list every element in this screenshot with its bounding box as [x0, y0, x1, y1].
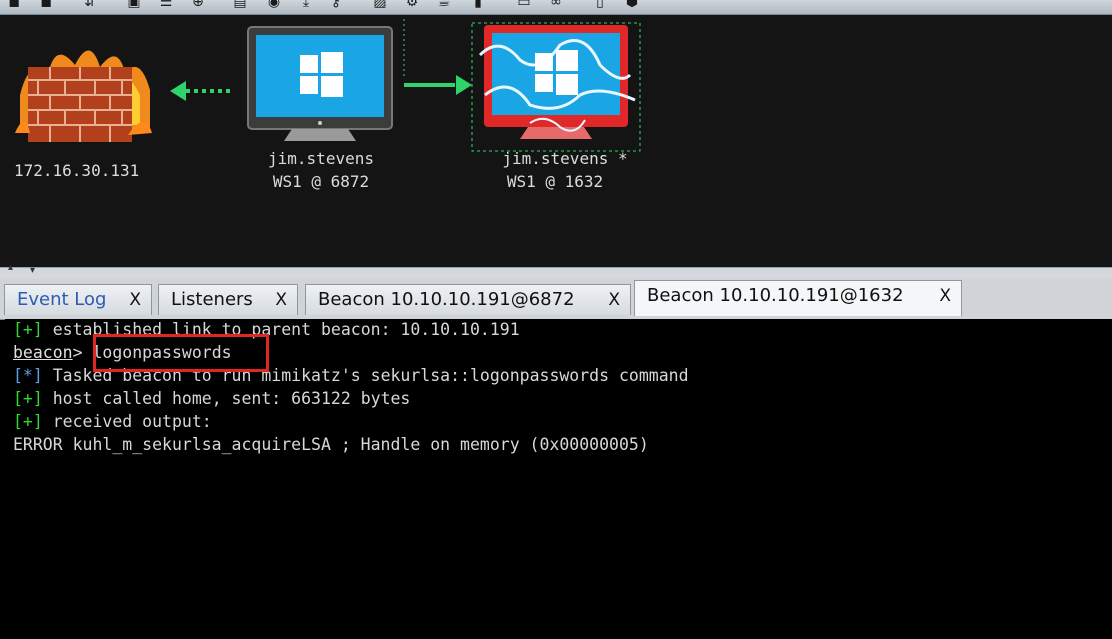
beacon-console[interactable]: [+] established link to parent beacon: 1… — [5, 319, 1112, 639]
status-tag: [+] — [13, 320, 43, 339]
link-arrow-to-child — [403, 19, 472, 95]
highlight-box — [93, 334, 269, 372]
tab-close-icon[interactable]: X — [275, 285, 287, 315]
link-icon[interactable]: ∞ — [548, 0, 564, 10]
toolbar: ◼ ◼ ⇵ ▣ ☰ ⊕ ▤ ◉ ⤓ ⚷ ▨ ⚙ ☕ ▮ ▭ ∞ ▯ ⬢ — [0, 0, 1112, 15]
status-tag: [+] — [13, 389, 43, 408]
collapse-down-icon[interactable]: ▾ — [30, 265, 35, 276]
pivot-graph: 172.16.30.131 jim.stevens WS1 @ 6872 jim… — [0, 15, 1112, 267]
screenshot-icon[interactable]: ◉ — [266, 0, 282, 10]
prompt-separator: > — [72, 343, 93, 362]
download-icon[interactable]: ⤓ — [298, 0, 314, 10]
terminal-icon[interactable]: ▭ — [516, 0, 532, 10]
firewall-icon[interactable] — [15, 50, 152, 142]
document-icon[interactable]: ▯ — [592, 0, 608, 10]
beacon-host-icon-6872[interactable] — [247, 26, 393, 141]
tab-label: Event Log — [17, 289, 107, 310]
tab-label: Listeners — [171, 289, 253, 310]
console-text: received output: — [42, 412, 212, 431]
tab-bar: Event Log X Listeners X Beacon 10.10.10.… — [0, 279, 1112, 320]
tab-beacon-6872[interactable]: Beacon 10.10.10.191@6872 X — [305, 284, 631, 315]
list-view-icon[interactable]: ☰ — [158, 0, 174, 10]
graph-view-icon[interactable]: ▣ — [126, 0, 142, 10]
targets-icon[interactable]: ⊕ — [190, 0, 206, 10]
tab-close-icon[interactable]: X — [939, 281, 951, 311]
listeners-icon[interactable]: ⇵ — [82, 0, 98, 10]
key-icon[interactable]: ⚷ — [328, 0, 344, 10]
beacon1-user: jim.stevens — [268, 149, 374, 168]
new-connection-icon[interactable]: ◼ — [6, 0, 22, 10]
disconnect-icon[interactable]: ◼ — [38, 0, 54, 10]
tab-event-log[interactable]: Event Log X — [4, 284, 152, 315]
beacon2-host: WS1 @ 1632 — [506, 172, 604, 191]
console-prompt: beacon — [13, 343, 73, 362]
tab-beacon-1632[interactable]: Beacon 10.10.10.191@1632 X — [634, 280, 962, 316]
package-icon[interactable]: ⬢ — [624, 0, 640, 10]
console-text: ERROR kuhl_m_sekurlsa_acquireLSA ; Handl… — [13, 435, 649, 454]
keystrokes-icon[interactable]: ▤ — [232, 0, 248, 10]
console-line: [+] host called home, sent: 663122 bytes — [13, 388, 410, 410]
image-icon[interactable]: ▨ — [372, 0, 388, 10]
tab-close-icon[interactable]: X — [608, 285, 620, 315]
tab-label: Beacon 10.10.10.191@1632 — [647, 285, 904, 306]
beacon1-host: WS1 @ 6872 — [272, 172, 370, 191]
tab-listeners[interactable]: Listeners X — [158, 284, 298, 315]
coffee-icon[interactable]: ☕ — [436, 0, 452, 10]
tab-close-icon[interactable]: X — [129, 285, 141, 315]
notes-icon[interactable]: ▮ — [470, 0, 486, 10]
collapse-up-icon[interactable]: ▴ — [8, 262, 13, 273]
beacon-host-icon-1632[interactable] — [471, 22, 641, 152]
firewall-label: 172.16.30.131 — [14, 161, 140, 180]
console-error-line: ERROR kuhl_m_sekurlsa_acquireLSA ; Handl… — [13, 434, 649, 456]
console-text: host called home, sent: 663122 bytes — [42, 389, 411, 408]
status-tag: [*] — [13, 366, 43, 385]
console-line: [+] received output: — [13, 411, 212, 433]
link-arrow-to-firewall — [170, 81, 230, 101]
status-tag: [+] — [13, 412, 43, 431]
settings-icon[interactable]: ⚙ — [404, 0, 420, 10]
tab-label: Beacon 10.10.10.191@6872 — [318, 289, 575, 310]
beacon2-user: jim.stevens * — [502, 149, 628, 168]
graph-canvas — [15, 19, 641, 152]
